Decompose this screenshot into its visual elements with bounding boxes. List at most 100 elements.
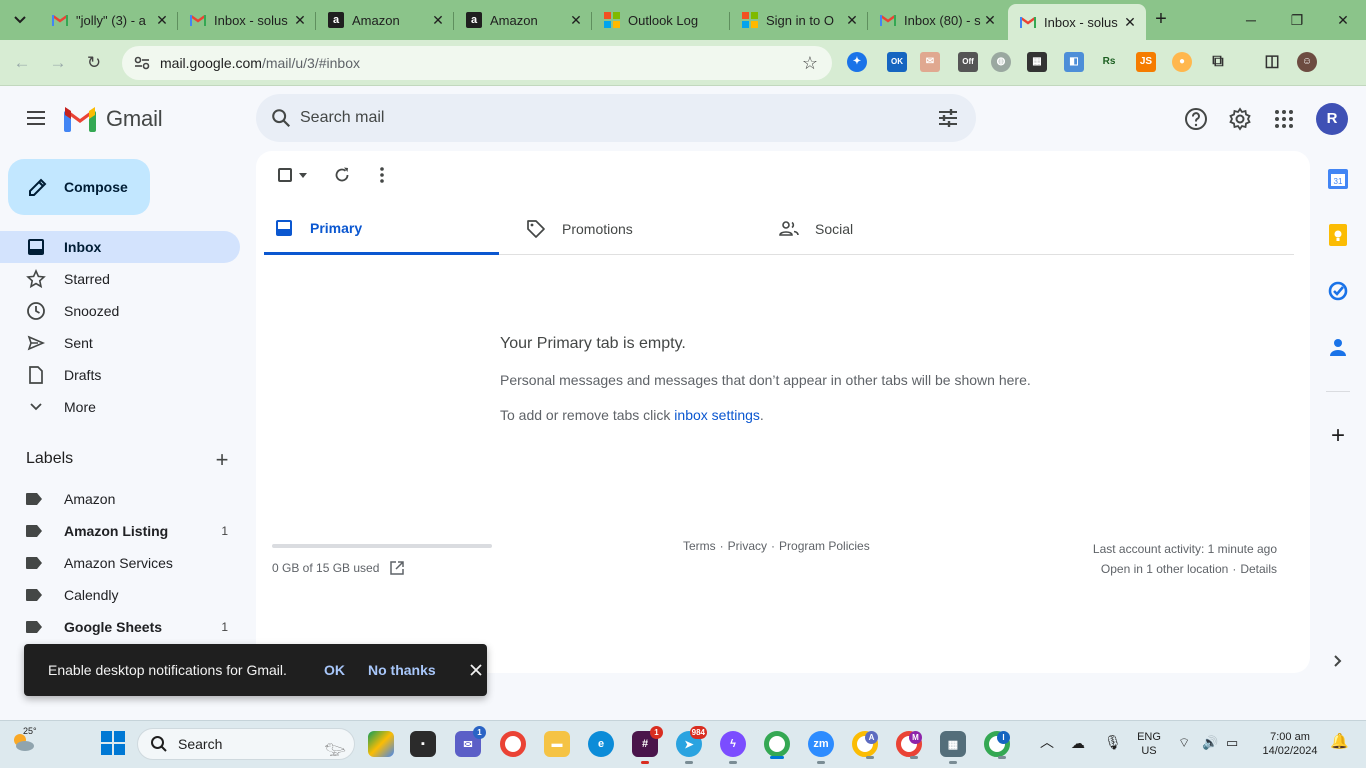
search-options-icon[interactable] (936, 106, 960, 130)
tab-close-icon[interactable]: ✕ (154, 12, 170, 28)
select-all-checkbox[interactable] (274, 164, 310, 186)
bookmark-star-icon[interactable]: ☆ (802, 53, 818, 74)
label-item[interactable]: Amazon Listing 1 (0, 515, 240, 547)
chrome-profile-a-icon[interactable]: A (852, 731, 878, 759)
contacts-app-icon[interactable] (1326, 335, 1350, 359)
weather-widget[interactable]: 25° (10, 726, 37, 754)
browser-tab[interactable]: a Amazon ✕ (454, 4, 592, 36)
teams-app-icon[interactable]: ✉ 1 (455, 726, 486, 757)
extension-icon[interactable]: ◧ (1064, 52, 1084, 72)
nav-item-snoozed[interactable]: Snoozed (0, 295, 240, 327)
snackbar-close-icon[interactable] (466, 660, 486, 680)
account-avatar[interactable]: R (1316, 103, 1348, 135)
tray-overflow-chevron-icon[interactable]: ︿ (1040, 735, 1054, 749)
profile-avatar[interactable]: ☺ (1297, 52, 1317, 72)
tab-close-icon[interactable]: ✕ (844, 12, 860, 28)
settings-gear-icon[interactable] (1227, 106, 1253, 132)
details-link[interactable]: Details (1240, 562, 1277, 576)
address-bar[interactable]: mail.google.com/mail/u/3/#inbox ☆ (122, 46, 832, 80)
main-menu-icon[interactable] (24, 107, 48, 131)
telegram-app-icon[interactable]: ➤ 984 (676, 726, 707, 764)
snackbar-no-thanks-button[interactable]: No thanks (368, 662, 458, 678)
new-tab-button[interactable]: + (1150, 8, 1172, 30)
forward-icon[interactable]: → (46, 51, 70, 75)
nav-item-more[interactable]: More (0, 391, 240, 423)
back-icon[interactable]: ← (10, 51, 34, 75)
label-item[interactable]: Amazon Services (0, 547, 240, 579)
snackbar-ok-button[interactable]: OK (324, 662, 364, 678)
reload-icon[interactable]: ↻ (82, 51, 106, 75)
refresh-icon[interactable] (331, 164, 353, 186)
wifi-icon[interactable]: ⌔ (1178, 736, 1190, 750)
get-addons-plus-icon[interactable]: + (1326, 422, 1350, 449)
volume-icon[interactable]: 🔊 (1202, 736, 1218, 750)
add-label-icon[interactable]: + (212, 449, 232, 471)
tab-primary[interactable]: Primary (264, 203, 499, 255)
copilot-app-icon[interactable] (368, 731, 394, 757)
taskbar-clock[interactable]: 7:00 am 14/02/2024 (1256, 730, 1324, 758)
extension-off-icon[interactable]: Off (958, 52, 978, 72)
browser-tab-active[interactable]: Inbox - solus ✕ (1008, 4, 1146, 40)
privacy-link[interactable]: Privacy (728, 539, 767, 553)
terminal-app-icon[interactable]: ▪ (410, 731, 436, 757)
tab-close-icon[interactable]: ✕ (982, 12, 998, 28)
extension-icon[interactable]: ✦ (847, 52, 867, 72)
extension-icon[interactable]: ● (1172, 52, 1192, 72)
browser-tab[interactable]: Sign in to O ✕ (730, 4, 868, 36)
chrome-app-icon[interactable] (500, 731, 526, 757)
taskbar-search[interactable]: Search 𓅰 (137, 728, 355, 760)
browser-tab[interactable]: "jolly" (3) - a ✕ (40, 4, 178, 36)
nav-item-inbox[interactable]: Inbox (0, 231, 240, 263)
extension-icon[interactable]: ✉ (920, 52, 940, 72)
language-indicator[interactable]: ENG US (1134, 730, 1164, 758)
tab-close-icon[interactable]: ✕ (292, 12, 308, 28)
chrome-profile-m-icon[interactable]: M (896, 731, 922, 759)
extensions-puzzle-icon[interactable]: ⧉ (1208, 52, 1228, 72)
onedrive-cloud-icon[interactable]: ☁ (1071, 736, 1085, 750)
nav-item-sent[interactable]: Sent (0, 327, 240, 359)
browser-tab[interactable]: Inbox - solus ✕ (178, 4, 316, 36)
extension-ok-icon[interactable]: OK (887, 52, 907, 72)
chrome-profile-i-icon[interactable]: I (984, 731, 1010, 759)
edge-app-icon[interactable]: e (588, 731, 614, 757)
terms-link[interactable]: Terms (683, 539, 716, 553)
extension-rs-icon[interactable]: Rs (1099, 52, 1119, 72)
restore-icon[interactable]: ❐ (1285, 8, 1309, 32)
nav-item-drafts[interactable]: Drafts (0, 359, 240, 391)
qr-extension-icon[interactable]: ▦ (1027, 52, 1047, 72)
label-item[interactable]: Calendly (0, 579, 240, 611)
more-options-icon[interactable] (371, 164, 393, 186)
globe-extension-icon[interactable]: ◍ (991, 52, 1011, 72)
tab-close-icon[interactable]: ✕ (568, 12, 584, 28)
calculator-app-icon[interactable]: ▦ (940, 731, 966, 764)
nav-item-starred[interactable]: Starred (0, 263, 240, 295)
site-settings-icon[interactable] (134, 55, 150, 71)
open-external-icon[interactable] (389, 560, 405, 576)
notification-bell-icon[interactable]: 🔔 (1330, 734, 1349, 749)
browser-tab[interactable]: Outlook Log (592, 4, 730, 36)
compose-button[interactable]: Compose (8, 159, 150, 215)
minimize-icon[interactable]: ─ (1239, 8, 1263, 32)
microphone-icon[interactable]: 🎙 (1104, 735, 1122, 749)
program-policies-link[interactable]: Program Policies (779, 539, 870, 553)
extension-js-icon[interactable]: JS (1136, 52, 1156, 72)
search-bar[interactable] (256, 94, 976, 142)
calendar-app-icon[interactable]: 31 (1326, 167, 1350, 191)
browser-tab[interactable]: Inbox (80) - s ✕ (868, 4, 1006, 36)
messenger-app-icon[interactable]: ϟ (720, 731, 746, 764)
window-close-icon[interactable]: ✕ (1331, 8, 1355, 32)
chrome-profile-app-icon[interactable] (764, 731, 790, 759)
battery-icon[interactable]: ▭ (1226, 736, 1238, 750)
file-explorer-icon[interactable]: ▬ (544, 731, 570, 757)
label-item[interactable]: Amazon (0, 483, 240, 515)
browser-tab[interactable]: a Amazon ✕ (316, 4, 454, 36)
tasks-app-icon[interactable] (1326, 279, 1350, 303)
slack-app-icon[interactable]: #1 (632, 726, 663, 764)
tab-social[interactable]: Social (769, 203, 1004, 255)
search-input[interactable] (300, 109, 900, 127)
tab-search-button[interactable] (6, 8, 34, 32)
tab-close-icon[interactable]: ✕ (1122, 14, 1138, 30)
inbox-settings-link[interactable]: inbox settings (674, 407, 760, 423)
gmail-logo[interactable]: Gmail (64, 106, 163, 132)
search-icon[interactable] (270, 107, 292, 129)
